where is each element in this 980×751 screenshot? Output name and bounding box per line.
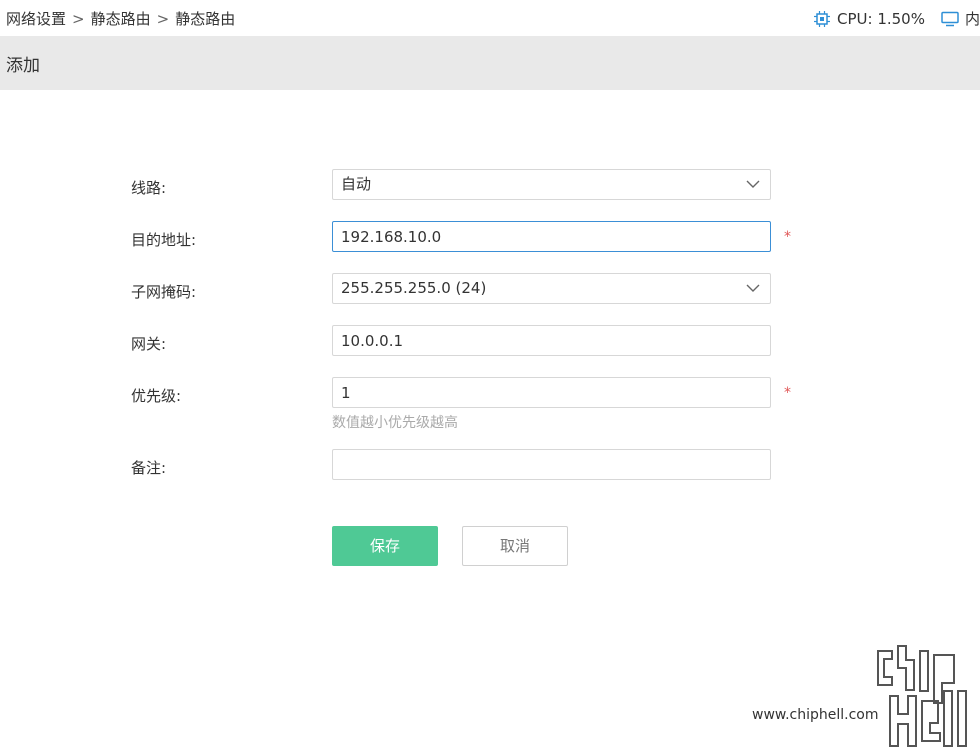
chiphell-logo (877, 645, 967, 747)
priority-input[interactable] (332, 377, 771, 408)
note-input[interactable] (332, 449, 771, 480)
line-label: 线路: (131, 179, 167, 197)
subnet-mask-value: 255.255.255.0 (24) (341, 279, 487, 297)
priority-hint: 数值越小优先级越高 (332, 415, 458, 431)
note-label: 备注: (131, 459, 167, 477)
dest-required-mark: * (784, 229, 791, 245)
gateway-label: 网关: (131, 335, 167, 353)
priority-required-mark: * (784, 385, 791, 401)
dest-address-input[interactable] (332, 221, 771, 252)
priority-label: 优先级: (131, 387, 182, 405)
chevron-down-icon (746, 180, 760, 188)
cancel-button[interactable]: 取消 (462, 526, 568, 566)
gateway-input[interactable] (332, 325, 771, 356)
chevron-down-icon (746, 284, 760, 292)
dest-address-label: 目的地址: (131, 231, 197, 249)
save-button[interactable]: 保存 (332, 526, 438, 566)
line-select-value: 自动 (341, 175, 372, 193)
line-select[interactable]: 自动 (332, 169, 771, 200)
subnet-mask-select[interactable]: 255.255.255.0 (24) (332, 273, 771, 304)
watermark-url: www.chiphell.com (752, 707, 879, 723)
static-route-form: 线路: 自动 目的地址: * 子网掩码: 255.255.255.0 (24) … (0, 0, 980, 751)
subnet-mask-label: 子网掩码: (131, 283, 197, 301)
